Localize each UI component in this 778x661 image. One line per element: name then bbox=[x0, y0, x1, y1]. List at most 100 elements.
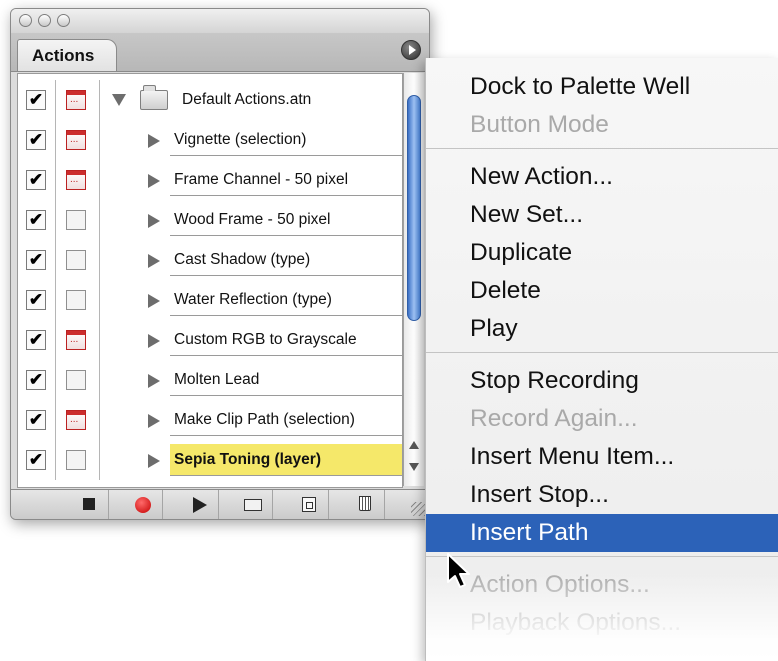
set-toggle-cell: ✔ bbox=[18, 80, 56, 120]
action-row[interactable]: ✔ Sepia Toning (layer) bbox=[18, 440, 402, 480]
action-dialog-cell bbox=[56, 240, 100, 280]
action-dialog-cell bbox=[56, 440, 100, 480]
check-icon[interactable]: ✔ bbox=[26, 330, 46, 350]
action-name: Molten Lead bbox=[170, 364, 402, 396]
check-icon[interactable]: ✔ bbox=[26, 290, 46, 310]
menu-item-record-again: Record Again... bbox=[470, 405, 638, 432]
close-window-icon[interactable] bbox=[19, 14, 32, 27]
menu-item-insert-path[interactable]: Insert Path bbox=[426, 514, 778, 552]
action-toggle-cell: ✔ bbox=[18, 320, 56, 360]
record-button[interactable] bbox=[123, 490, 163, 519]
play-icon bbox=[193, 497, 207, 513]
check-icon[interactable]: ✔ bbox=[26, 410, 46, 430]
trash-icon bbox=[359, 496, 371, 511]
dialog-toggle-icon[interactable] bbox=[66, 410, 86, 430]
palette-titlebar bbox=[11, 9, 429, 33]
stop-button[interactable] bbox=[69, 490, 109, 519]
dialog-toggle-icon[interactable] bbox=[66, 130, 86, 150]
action-name: Sepia Toning (layer) bbox=[170, 444, 402, 476]
action-toggle-cell: ✔ bbox=[18, 200, 56, 240]
menu-item-delete[interactable]: Delete bbox=[426, 272, 778, 310]
action-set-row[interactable]: ✔ Default Actions.atn bbox=[18, 80, 402, 120]
action-row[interactable]: ✔ Cast Shadow (type) bbox=[18, 240, 402, 280]
action-dialog-cell bbox=[56, 280, 100, 320]
expand-triangle-icon[interactable] bbox=[148, 374, 160, 388]
actions-list: ✔ Default Actions.atn ✔ Vignette (selecti… bbox=[17, 73, 403, 488]
action-row[interactable]: ✔ Vignette (selection) bbox=[18, 120, 402, 160]
action-row[interactable]: ✔ Make Clip Path (selection) bbox=[18, 400, 402, 440]
action-toggle-cell: ✔ bbox=[18, 120, 56, 160]
scroll-up-arrow-icon[interactable] bbox=[407, 435, 421, 455]
mouse-pointer-icon bbox=[447, 553, 470, 588]
menu-fade-overlay bbox=[426, 571, 778, 661]
scroll-thumb[interactable] bbox=[407, 95, 421, 321]
expand-triangle-icon[interactable] bbox=[148, 134, 160, 148]
new-set-button[interactable] bbox=[233, 490, 273, 519]
menu-separator bbox=[426, 556, 778, 557]
action-toggle-cell: ✔ bbox=[18, 240, 56, 280]
dialog-toggle-icon[interactable] bbox=[66, 450, 86, 470]
action-row[interactable]: ✔ Custom RGB to Grayscale bbox=[18, 320, 402, 360]
action-name: Custom RGB to Grayscale bbox=[170, 324, 402, 356]
dialog-toggle-icon[interactable] bbox=[66, 330, 86, 350]
action-row[interactable]: ✔ Wood Frame - 50 pixel bbox=[18, 200, 402, 240]
action-dialog-cell bbox=[56, 120, 100, 160]
dialog-toggle-icon[interactable] bbox=[66, 370, 86, 390]
menu-item-new-action[interactable]: New Action... bbox=[426, 158, 778, 196]
palette-menu-arrow-icon[interactable] bbox=[401, 40, 421, 60]
delete-button[interactable] bbox=[345, 490, 385, 519]
action-row[interactable]: ✔ Water Reflection (type) bbox=[18, 280, 402, 320]
check-icon[interactable]: ✔ bbox=[26, 250, 46, 270]
menu-item-insert-menu-item[interactable]: Insert Menu Item... bbox=[426, 438, 778, 476]
menu-item-stop-recording[interactable]: Stop Recording bbox=[426, 362, 778, 400]
action-row[interactable]: ✔ Molten Lead bbox=[18, 360, 402, 400]
vertical-scrollbar[interactable] bbox=[403, 73, 424, 486]
play-button[interactable] bbox=[179, 490, 219, 519]
action-set-name: Default Actions.atn bbox=[182, 91, 312, 108]
expand-triangle-icon[interactable] bbox=[148, 174, 160, 188]
check-icon[interactable]: ✔ bbox=[26, 130, 46, 150]
resize-grip-icon[interactable] bbox=[411, 502, 425, 516]
expand-triangle-icon[interactable] bbox=[112, 94, 126, 106]
action-dialog-cell bbox=[56, 160, 100, 200]
menu-item-duplicate[interactable]: Duplicate bbox=[426, 234, 778, 272]
expand-triangle-icon[interactable] bbox=[148, 414, 160, 428]
menu-item-play[interactable]: Play bbox=[426, 310, 778, 348]
check-icon[interactable]: ✔ bbox=[26, 370, 46, 390]
action-dialog-cell bbox=[56, 360, 100, 400]
expand-triangle-icon[interactable] bbox=[148, 294, 160, 308]
expand-triangle-icon[interactable] bbox=[148, 454, 160, 468]
menu-separator bbox=[426, 148, 778, 149]
action-name: Make Clip Path (selection) bbox=[170, 404, 402, 436]
new-set-icon bbox=[244, 499, 262, 511]
expand-triangle-icon[interactable] bbox=[148, 334, 160, 348]
minimize-window-icon[interactable] bbox=[38, 14, 51, 27]
check-icon[interactable]: ✔ bbox=[26, 170, 46, 190]
new-action-button[interactable] bbox=[289, 490, 329, 519]
palette-tab-bar: Actions bbox=[11, 33, 429, 72]
dialog-toggle-icon[interactable] bbox=[66, 290, 86, 310]
dialog-toggle-icon[interactable] bbox=[66, 170, 86, 190]
set-check-icon[interactable]: ✔ bbox=[26, 90, 46, 110]
check-icon[interactable]: ✔ bbox=[26, 450, 46, 470]
tab-actions[interactable]: Actions bbox=[17, 39, 117, 71]
check-icon[interactable]: ✔ bbox=[26, 210, 46, 230]
menu-item-dock-to-palette-well[interactable]: Dock to Palette Well bbox=[426, 68, 778, 106]
action-row[interactable]: ✔ Frame Channel - 50 pixel bbox=[18, 160, 402, 200]
action-name: Vignette (selection) bbox=[170, 124, 402, 156]
palette-toolbar bbox=[11, 489, 429, 519]
scroll-down-arrow-icon[interactable] bbox=[407, 457, 421, 477]
dialog-toggle-icon[interactable] bbox=[66, 210, 86, 230]
expand-triangle-icon[interactable] bbox=[148, 214, 160, 228]
dialog-toggle-icon[interactable] bbox=[66, 250, 86, 270]
actions-palette: Actions ✔ Default Actions.atn ✔ Vignette … bbox=[10, 8, 430, 520]
menu-item-insert-stop[interactable]: Insert Stop... bbox=[426, 476, 778, 514]
expand-triangle-icon[interactable] bbox=[148, 254, 160, 268]
set-dialog-toggle-icon[interactable] bbox=[66, 90, 86, 110]
action-toggle-cell: ✔ bbox=[18, 360, 56, 400]
folder-icon bbox=[140, 85, 168, 110]
zoom-window-icon[interactable] bbox=[57, 14, 70, 27]
action-name: Water Reflection (type) bbox=[170, 284, 402, 316]
set-dialog-cell bbox=[56, 80, 100, 120]
menu-item-new-set[interactable]: New Set... bbox=[426, 196, 778, 234]
